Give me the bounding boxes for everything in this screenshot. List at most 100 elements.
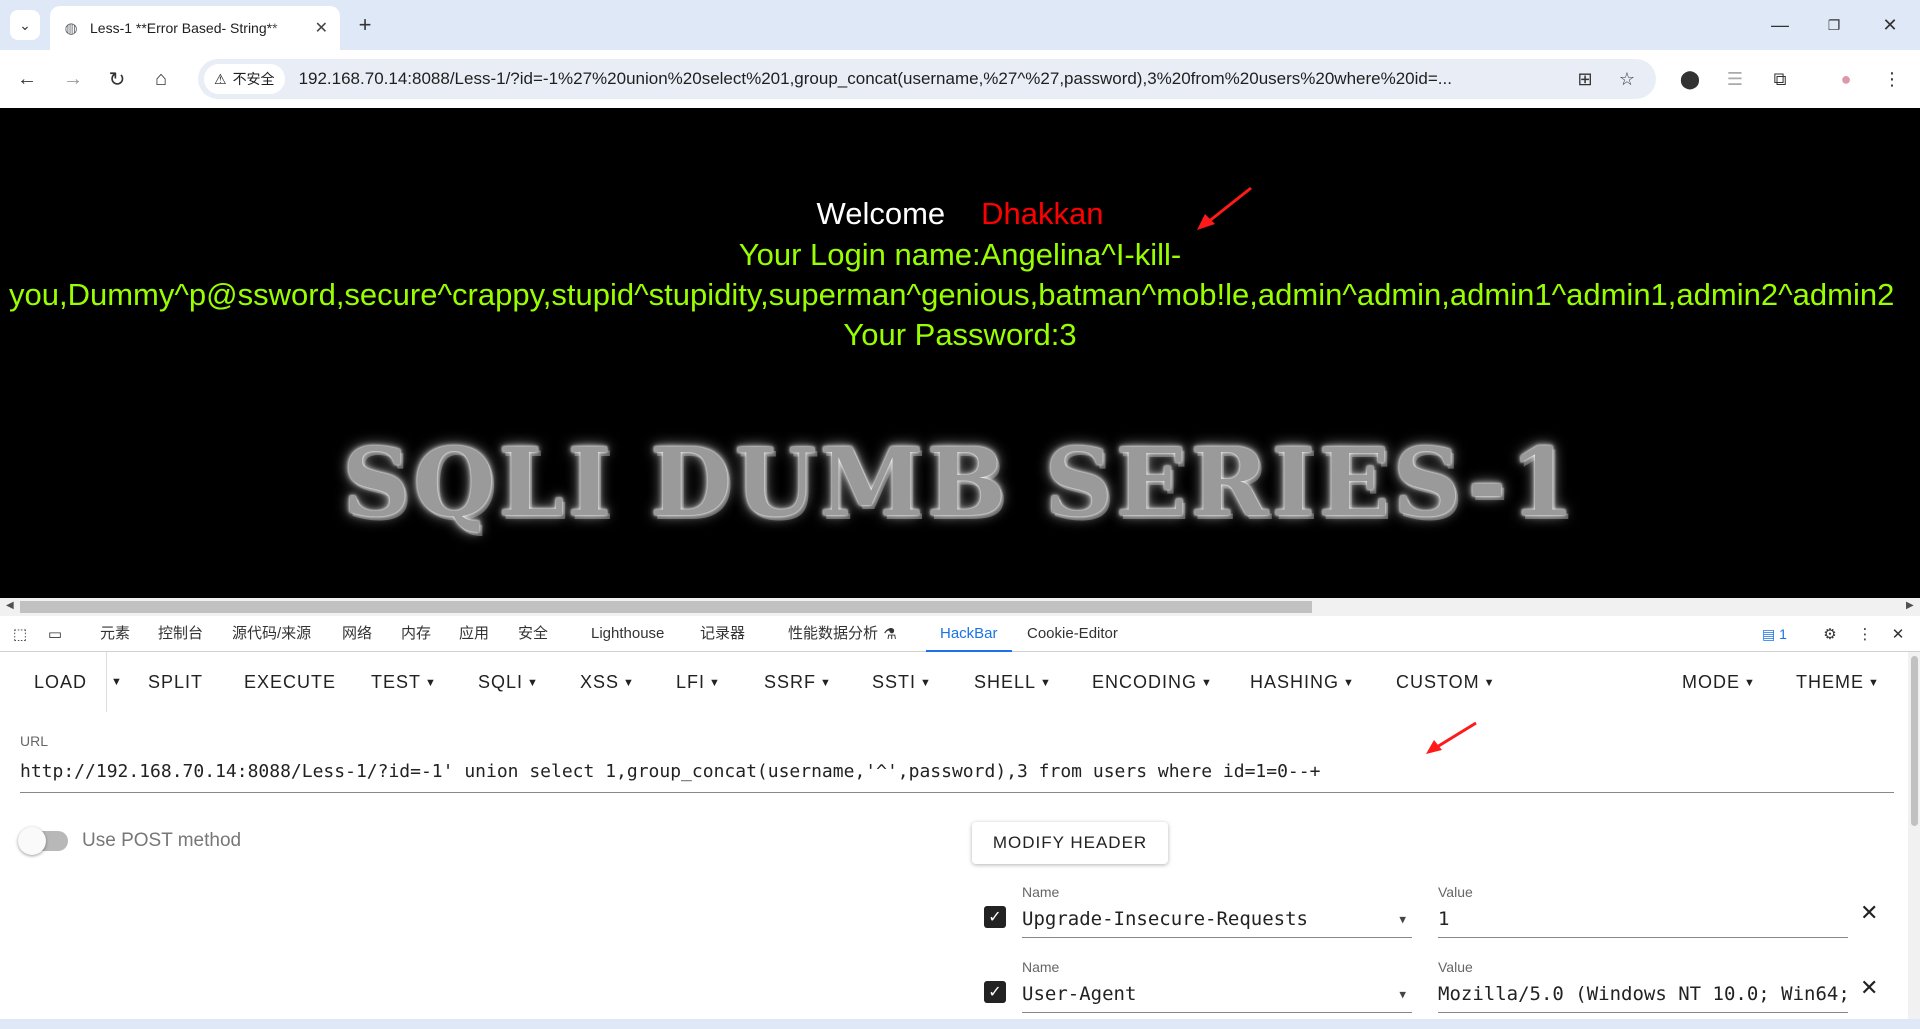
tab-lighthouse[interactable]: Lighthouse [591,616,664,652]
load-dropdown-button[interactable]: ▼ [106,652,123,712]
tab-hackbar[interactable]: HackBar [926,616,1012,652]
scroll-right-icon[interactable]: ▶ [1906,600,1914,611]
bottom-edge [0,1019,1920,1029]
split-button[interactable]: SPLIT [148,652,203,712]
extensions-puzzle-icon[interactable]: ⧉ [1768,67,1792,91]
welcome-line: Welcome Dhakkan [0,196,1920,232]
value-label: Value [1438,959,1473,975]
header-name: User-Agent [1022,983,1137,1005]
shell-menu[interactable]: SHELL ▼ [974,652,1052,712]
url-input[interactable]: http://192.168.70.14:8088/Less-1/?id=-1'… [20,757,1894,793]
address-bar[interactable]: ⚠ 不安全 192.168.70.14:8088/Less-1/?id=-1%2… [198,59,1656,99]
close-devtools-icon[interactable]: ✕ [1888,625,1908,643]
dropdown-arrow-icon[interactable]: ▼ [1399,913,1406,926]
scrollbar-thumb[interactable] [1911,656,1918,826]
tab-elements[interactable]: 元素 [100,616,130,652]
sqli-menu[interactable]: SQLI ▼ [478,652,539,712]
header-value-input[interactable]: Mozilla/5.0 (Windows NT 10.0; Win64; x64… [1438,979,1848,1013]
series-banner: SQLI DUMB SERIES-1 [342,428,1578,538]
execute-button[interactable]: EXECUTE [244,652,336,712]
tab-console[interactable]: 控制台 [158,616,203,652]
hashing-menu[interactable]: HASHING ▼ [1250,652,1355,712]
name-label: Name [1022,884,1060,900]
close-tab-icon[interactable]: ✕ [315,18,328,38]
header-name-input[interactable]: User-Agent ▼ [1022,979,1412,1013]
mode-menu[interactable]: MODE ▼ [1682,652,1756,712]
ssrf-menu[interactable]: SSRF ▼ [764,652,832,712]
translate-icon[interactable]: ⊞ [1574,68,1596,90]
window-close-button[interactable]: ✕ [1868,8,1912,42]
tab-security[interactable]: 安全 [518,616,548,652]
avatar[interactable]: ● [1834,67,1858,91]
hackbar-toolbar: LOAD ▼ SPLIT EXECUTE TEST ▼ SQLI ▼ XSS ▼ LF… [0,652,1920,712]
header-value-input[interactable]: 1 [1438,904,1848,938]
caret-icon: ▼ [1868,677,1880,689]
load-button[interactable]: LOAD [34,652,87,712]
hashing-label: HASHING [1250,672,1340,692]
tab-search-button[interactable]: ⌄ [10,10,40,40]
bookmark-star-icon[interactable]: ☆ [1616,68,1638,90]
menu-icon[interactable]: ⋮ [1880,67,1904,91]
active-tab[interactable]: ◍ Less-1 **Error Based- String** ✕ [50,6,340,50]
scroll-left-icon[interactable]: ◀ [6,600,14,611]
modify-header-button[interactable]: MODIFY HEADER [972,822,1168,864]
encoding-label: ENCODING [1092,672,1198,692]
minimize-button[interactable]: — [1758,8,1802,42]
custom-menu[interactable]: CUSTOM ▼ [1396,652,1496,712]
toggle-switch[interactable] [18,827,68,855]
scrollbar-thumb[interactable] [20,601,1312,613]
forward-button[interactable]: → [58,64,88,94]
globe-icon: ◍ [64,20,78,37]
inspect-element-icon[interactable]: ⬚ [10,625,30,643]
extension-circle-icon[interactable]: ⬤ [1678,67,1702,91]
address-text[interactable]: 192.168.70.14:8088/Less-1/?id=-1%27%20un… [299,69,1599,89]
back-button[interactable]: ← [12,64,42,94]
header-name: Upgrade-Insecure-Requests [1022,908,1308,930]
home-button[interactable]: ⌂ [146,64,176,94]
post-method-toggle[interactable]: Use POST method [18,827,241,855]
new-tab-button[interactable]: + [352,12,378,38]
tab-sources[interactable]: 源代码/来源 [232,616,311,652]
url-label: URL [20,733,49,749]
lfi-menu[interactable]: LFI ▼ [676,652,721,712]
tab-performance-insights[interactable]: 性能数据分析 [788,616,878,652]
tab-title: Less-1 **Error Based- String** [90,20,278,36]
xss-menu[interactable]: XSS ▼ [580,652,635,712]
header-enabled-checkbox[interactable]: ✓ [984,906,1006,928]
header-enabled-checkbox[interactable]: ✓ [984,981,1006,1003]
caret-icon: ▼ [623,677,635,689]
caret-icon: ▼ [1040,677,1052,689]
password-line: Your Password:3 [843,317,1077,352]
devtools-vertical-scrollbar[interactable] [1908,652,1920,1029]
tab-recorder[interactable]: 记录器 [700,616,745,652]
ssti-menu[interactable]: SSTI ▼ [872,652,932,712]
tab-application[interactable]: 应用 [459,616,489,652]
issues-badge[interactable]: ▤ 1 [1762,626,1787,643]
theme-menu[interactable]: THEME ▼ [1796,652,1880,712]
security-chip[interactable]: ⚠ 不安全 [204,64,285,94]
tab-memory[interactable]: 内存 [401,616,431,652]
caret-icon: ▼ [709,677,721,689]
custom-label: CUSTOM [1396,672,1480,692]
login-name-continuation: you,Dummy^p@ssword,secure^crappy,stupid^… [9,277,1895,312]
horizontal-scrollbar[interactable]: ◀ ▶ [0,598,1920,616]
more-options-icon[interactable]: ⋮ [1855,625,1875,643]
tab-cookie-editor[interactable]: Cookie-Editor [1027,616,1118,652]
reload-button[interactable]: ↻ [102,64,132,94]
tab-network[interactable]: 网络 [342,616,372,652]
device-toolbar-icon[interactable]: ▭ [45,625,65,643]
restore-button[interactable]: ❐ [1812,8,1856,42]
caret-icon: ▼ [1483,677,1496,689]
encoding-menu[interactable]: ENCODING ▼ [1092,652,1213,712]
test-menu[interactable]: TEST ▼ [371,652,437,712]
settings-gear-icon[interactable]: ⚙ [1820,625,1840,643]
caret-icon: ▼ [1744,677,1756,689]
login-name-line: Your Login name:Angelina^I-kill- [738,237,1182,272]
dropdown-arrow-icon[interactable]: ▼ [1399,988,1406,1001]
caret-icon: ▼ [820,677,832,689]
delete-header-icon[interactable]: ✕ [1860,975,1878,1001]
extension-bars-icon[interactable]: ☰ [1723,67,1747,91]
header-name-input[interactable]: Upgrade-Insecure-Requests ▼ [1022,904,1412,938]
delete-header-icon[interactable]: ✕ [1860,900,1878,926]
ssrf-label: SSRF [764,672,817,692]
